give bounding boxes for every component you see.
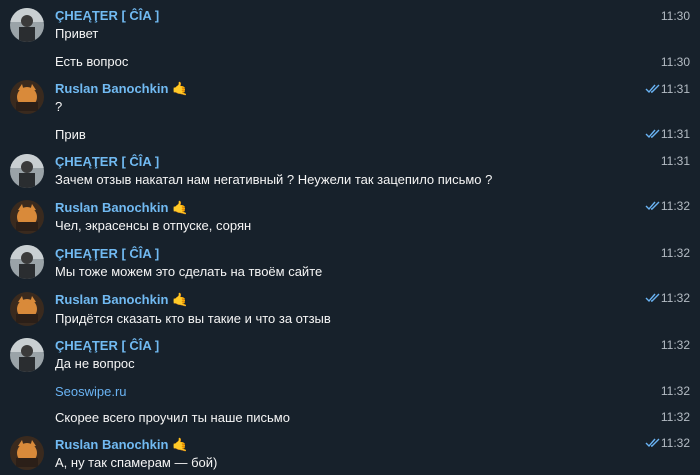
sender-name-ruslan[interactable]: Ruslan Banochkin 🤙 bbox=[55, 81, 189, 97]
sender-name-ruslan[interactable]: Ruslan Banochkin 🤙 bbox=[55, 200, 189, 216]
avatar-cheater[interactable] bbox=[10, 245, 44, 279]
call-me-hand-emoji: 🤙 bbox=[172, 292, 189, 307]
message-time: 11:32 bbox=[660, 291, 690, 305]
message-text: Привет bbox=[55, 26, 99, 41]
message-time: 11:32 bbox=[660, 384, 690, 398]
double-check-icon bbox=[645, 84, 660, 94]
message-text: Да не вопрос bbox=[55, 356, 135, 371]
sender-name-ruslan[interactable]: Ruslan Banochkin 🤙 bbox=[55, 437, 189, 453]
double-check-icon bbox=[645, 438, 660, 448]
message-text: Скорее всего проучил ты наше письмо bbox=[55, 410, 290, 425]
message-text: ? bbox=[55, 99, 63, 114]
sender-name-label: Ruslan Banochkin bbox=[55, 437, 169, 452]
call-me-hand-emoji: 🤙 bbox=[172, 81, 189, 96]
avatar-ruslan[interactable] bbox=[10, 80, 44, 114]
double-check-icon bbox=[645, 201, 660, 211]
sender-name-cheater[interactable]: ÇHEĄŢER [ ĈÎA ] bbox=[55, 8, 159, 23]
double-check-icon bbox=[645, 129, 660, 139]
avatar-cheater[interactable] bbox=[10, 8, 44, 42]
message-time: 11:31 bbox=[660, 127, 690, 141]
avatar-cheater[interactable] bbox=[10, 154, 44, 188]
sender-name-cheater[interactable]: ÇHEĄŢER [ ĈÎA ] bbox=[55, 154, 159, 169]
chat-history: ÇHEĄŢER [ ĈÎA ] Привет 11:30 Есть вопрос… bbox=[0, 0, 700, 475]
message-text: Чел, экрасенсы в отпуске, сорян bbox=[55, 218, 252, 233]
avatar-ruslan[interactable] bbox=[10, 436, 44, 470]
message-time: 11:32 bbox=[660, 436, 690, 450]
avatar-ruslan[interactable] bbox=[10, 200, 44, 234]
message-text: А, ну так спамерам — бой) bbox=[55, 455, 218, 470]
message-link[interactable]: Seoswipe.ru bbox=[55, 384, 127, 399]
message-time: 11:31 bbox=[660, 154, 690, 168]
call-me-hand-emoji: 🤙 bbox=[172, 200, 189, 215]
message-time: 11:32 bbox=[660, 410, 690, 424]
sender-name-label: Ruslan Banochkin bbox=[55, 292, 169, 307]
message-text: Есть вопрос bbox=[55, 54, 129, 69]
message-text: Придётся сказать кто вы такие и что за о… bbox=[55, 311, 331, 326]
sender-name-label: Ruslan Banochkin bbox=[55, 200, 169, 215]
message-text: Прив bbox=[55, 127, 86, 142]
message-time: 11:32 bbox=[660, 338, 690, 352]
message-time: 11:32 bbox=[660, 199, 690, 213]
sender-name-label: Ruslan Banochkin bbox=[55, 81, 169, 96]
sender-name-cheater[interactable]: ÇHEĄŢER [ ĈÎA ] bbox=[55, 246, 159, 261]
message-time: 11:30 bbox=[660, 55, 690, 69]
avatar-cheater[interactable] bbox=[10, 338, 44, 372]
double-check-icon bbox=[645, 293, 660, 303]
message-time: 11:30 bbox=[660, 9, 690, 23]
avatar-ruslan[interactable] bbox=[10, 292, 44, 326]
message-text: Мы тоже можем это сделать на твоём сайте bbox=[55, 264, 323, 279]
sender-name-ruslan[interactable]: Ruslan Banochkin 🤙 bbox=[55, 292, 189, 308]
call-me-hand-emoji: 🤙 bbox=[172, 437, 189, 452]
message-time: 11:31 bbox=[660, 82, 690, 96]
message-text: Зачем отзыв накатал нам негативный ? Неу… bbox=[55, 172, 493, 187]
sender-name-cheater[interactable]: ÇHEĄŢER [ ĈÎA ] bbox=[55, 338, 159, 353]
message-time: 11:32 bbox=[660, 246, 690, 260]
